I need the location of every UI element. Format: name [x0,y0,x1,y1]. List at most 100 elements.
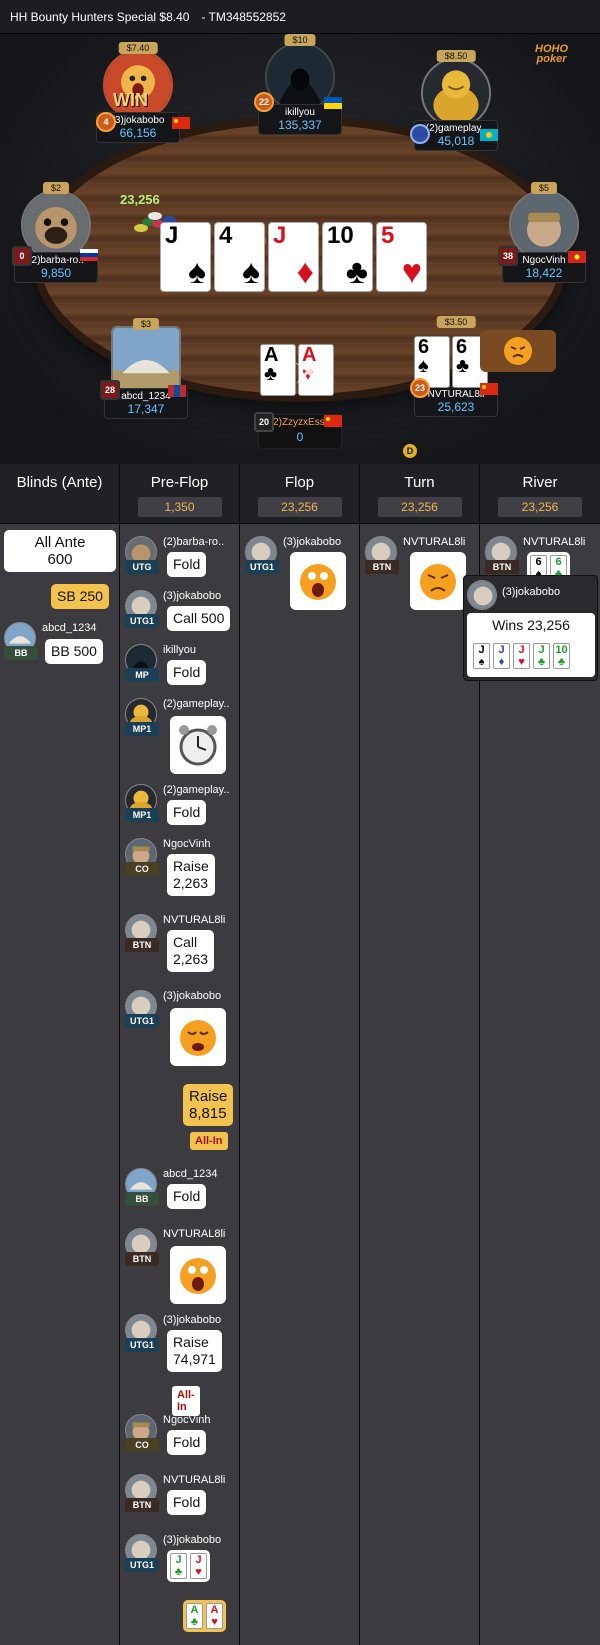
column-header: River 23,256 [480,464,600,524]
winner-result: Wins 23,256 J ♠ J ♦ J ♥ J ♣ 10 ♣ [467,613,595,677]
action-label: Raise [173,858,209,874]
mini-card: J ♠ [473,643,490,669]
board-card-4: 10 ♣ [322,222,373,292]
seat-abcd-1234[interactable]: $3 abcd_1234 17,347 28 [100,318,188,419]
board-card-1: J ♠ [160,222,211,292]
player-name: NgocVinh [163,838,211,850]
player-name: abcd_1234 [42,622,97,634]
seat-ngocvinh[interactable]: $5 NgocVinh 18,422 38 [498,182,586,283]
position-badge: MP1 [125,722,159,736]
flag-icon [172,116,190,129]
avatar-image [511,192,577,258]
player-stack: 0 [296,430,304,444]
player-name: NVTURAL8li [163,1474,226,1486]
position-badge: BTN [125,938,159,952]
position-badge: UTG1 [245,560,279,574]
flag-icon [80,248,98,261]
board-card-2: 4 ♠ [214,222,265,292]
sb-bubble: SB 250 [51,584,109,609]
winning-hand: J ♠ J ♦ J ♥ J ♣ 10 ♣ [473,643,570,669]
winner-panel: (3)jokabobo Wins 23,256 J ♠ J ♦ J ♥ J ♣ 10 ♣ [463,575,598,681]
ante-bubble: All Ante 600 [4,530,116,572]
player-name: NVTURAL8li [403,536,466,548]
player-name: NgocVinh [163,1414,211,1426]
player-name: (3)jokabobo [283,536,342,548]
raise-bubble: Raise 8,815 [183,1084,234,1126]
column-title: Pre-Flop [150,474,209,491]
ante-value: 600 [47,551,73,568]
angry-face-icon [420,564,456,600]
flag-icon [168,384,186,397]
bounty-badge: $5 [530,182,558,194]
timer-bubble [170,716,226,774]
allin-badge: All-In [172,1386,200,1416]
seat-ikillyou[interactable]: $10 ikillyou 135,337 22 [254,34,342,135]
player-name: (2)gameplay.. [163,784,230,796]
action-bubble: Call 500 [167,606,231,631]
emoji-bubble [170,1008,226,1066]
seat-barba-ro[interactable]: $2 (2)barba-ro.. 9,850 0 [12,182,98,283]
action-bubble: Fold [167,800,207,825]
seat-jokabobo[interactable]: $7.40 WIN (3)jokabobo 66,156 4 [96,42,190,143]
column-blinds: Blinds (Ante) All Ante 600 SB 250 BB abc… [0,464,120,1645]
shown-cards: J ♣ J ♥ [167,1550,210,1582]
bounty-badge: $3 [132,318,160,330]
alarm-clock-icon [179,725,217,766]
player-stack: 25,623 [437,400,475,414]
pot-amount: 23,256 [257,497,342,517]
emoji-bubble [290,552,346,610]
player-name: (3)jokabobo [163,990,222,1002]
action-amount: 2,263 [173,875,209,891]
crying-face-icon [180,1020,216,1056]
action-label: Call [173,934,198,950]
pot-amount: 1,350 [137,497,222,517]
flag-icon [324,414,342,427]
pot-amount: 23,256 [498,497,582,517]
player-avatar [421,58,491,128]
mini-card: J ♥ [513,643,530,669]
level-badge: 38 [498,246,518,266]
angry-face-icon [504,337,532,365]
position-badge: BB [4,646,38,660]
bb-bubble: BB 500 [45,639,103,664]
position-badge: CO [125,862,159,876]
position-badge: BTN [365,560,399,574]
action-bubble: Raise 74,971 [167,1330,222,1372]
action-bubble: Fold [167,552,207,577]
ante-label: All Ante [34,534,86,551]
seat-gameplay[interactable]: $8.50 (2)gameplay.. 45,018 60 [410,50,498,151]
player-stack: 135,337 [278,118,322,132]
level-badge: 28 [100,380,120,400]
winner-name: (3)jokabobo [502,586,561,598]
position-badge: UTG [125,560,159,574]
flag-icon [480,128,498,141]
player-name: (3)jokabobo [163,590,222,602]
brand-logo: HOHO poker [535,44,568,65]
column-header: Pre-Flop 1,350 [120,464,239,524]
tournament-id: - TM348552852 [201,9,286,24]
level-badge: 22 [254,92,274,112]
board-card-5: 5 ♥ [376,222,427,292]
win-overlay: WIN [113,90,148,110]
allin-badge: All-In [190,1132,228,1150]
action-amount: 74,971 [173,1351,216,1367]
flag-icon [324,96,342,109]
position-badge: BTN [125,1498,159,1512]
position-badge: CO [125,1438,159,1452]
shocked-face-icon [300,564,336,600]
player-stack: 17,347 [127,402,165,416]
won-amount: 23,256 [120,192,160,207]
column-title: River [522,474,558,491]
title-bar: HH Bounty Hunters Special $8.40 - TM3485… [0,0,600,34]
mini-card: J ♥ [190,1553,207,1579]
wins-amount: Wins 23,256 [492,617,570,633]
position-badge: UTG1 [125,614,159,628]
level-badge: 23 [410,378,430,398]
player-stack: 9,850 [40,266,72,280]
mini-card: J ♣ [533,643,550,669]
column-flop: Flop 23,256 UTG1 (3)jokabobo [240,464,360,1645]
action-label: Raise [189,1088,228,1105]
player-avatar [467,580,497,610]
avatar-image [423,60,489,126]
hero-cards-bubble: A ♣ A ♥ [183,1600,226,1632]
